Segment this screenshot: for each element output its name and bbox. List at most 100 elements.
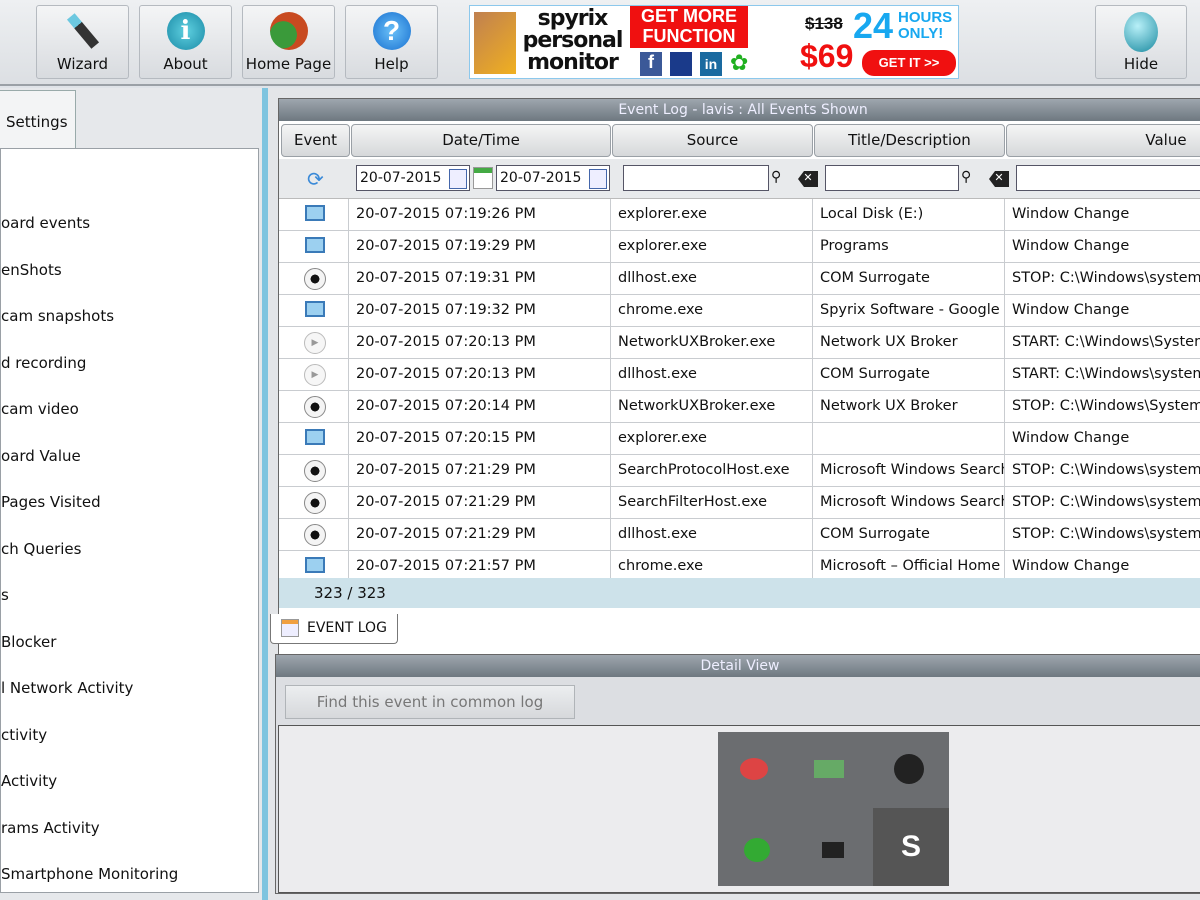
left-pane: Settings oard events enShots cam snapshots… — [0, 88, 262, 900]
settings-list-item[interactable]: enShots — [1, 261, 62, 279]
table-row[interactable]: 20-07-2015 07:20:15 PM explorer.exe Window… — [279, 423, 1200, 455]
table-row[interactable]: ▶ 20-07-2015 07:20:13 PM NetworkUXBroker.e… — [279, 327, 1200, 359]
settings-list-item[interactable]: ch Queries — [1, 540, 81, 558]
source-cell: SearchFilterHost.exe — [611, 487, 813, 519]
title-cell: Local Disk (E:) — [813, 199, 1005, 231]
ad-old-price: $138 — [805, 14, 843, 33]
table-row[interactable]: 20-07-2015 07:21:29 PM SearchFilterHost.e… — [279, 487, 1200, 519]
date-cell: 20-07-2015 07:20:15 PM — [349, 423, 611, 455]
value-filter-input[interactable] — [1016, 165, 1200, 191]
title-cell: Microsoft Windows Search — [813, 487, 1005, 519]
help-icon: ? — [372, 12, 411, 50]
title-cell: Microsoft Windows Search — [813, 455, 1005, 487]
column-header-value[interactable]: Value — [1006, 124, 1200, 157]
value-cell: STOP: C:\Windows\System32 — [1005, 391, 1200, 423]
settings-list-item[interactable]: rams Activity — [1, 819, 100, 837]
clear-icon[interactable]: ✕ — [798, 171, 818, 187]
event-cell: ▶ — [279, 359, 349, 391]
settings-list-item[interactable]: Activity — [1, 772, 57, 790]
source-cell: NetworkUXBroker.exe — [611, 391, 813, 423]
wizard-button[interactable]: Wizard — [36, 5, 129, 79]
tab-event-log[interactable]: EVENT LOG — [270, 614, 398, 644]
date-cell: 20-07-2015 07:19:29 PM — [349, 231, 611, 263]
about-button[interactable]: i About — [139, 5, 232, 79]
column-header-source[interactable]: Source — [612, 124, 813, 157]
ad-hours-label: ONLY! — [898, 25, 944, 42]
value-cell: Window Change — [1005, 295, 1200, 327]
date-cell: 20-07-2015 07:20:13 PM — [349, 359, 611, 391]
table-row[interactable]: 20-07-2015 07:19:32 PM chrome.exe Spyrix S… — [279, 295, 1200, 327]
binoculars-icon[interactable]: ⚲ — [771, 169, 781, 185]
tray-icon — [744, 838, 770, 862]
settings-list-item[interactable]: Smartphone Monitoring — [1, 865, 178, 883]
date-cell: 20-07-2015 07:20:13 PM — [349, 327, 611, 359]
stop-icon — [304, 492, 326, 514]
find-in-common-log-button[interactable]: Find this event in common log — [285, 685, 575, 719]
date-range-icon[interactable] — [473, 167, 493, 189]
ad-price: $69 — [800, 38, 854, 74]
hide-button[interactable]: Hide — [1095, 5, 1187, 79]
column-header-title[interactable]: Title/Description — [814, 124, 1005, 157]
table-row[interactable]: 20-07-2015 07:19:31 PM dllhost.exe COM Sur… — [279, 263, 1200, 295]
globe-icon — [1124, 12, 1158, 52]
table-row[interactable]: ▶ 20-07-2015 07:20:13 PM dllhost.exe COM Su… — [279, 359, 1200, 391]
play-icon: ▶ — [304, 332, 326, 354]
icq-icon: ✿ — [730, 51, 749, 76]
monitor-icon — [305, 237, 325, 253]
refresh-icon[interactable]: ⟳ — [307, 167, 324, 191]
date-cell: 20-07-2015 07:21:29 PM — [349, 455, 611, 487]
myspace-icon — [670, 52, 692, 76]
calendar-icon[interactable] — [589, 169, 607, 189]
settings-list-item[interactable]: d recording — [1, 354, 86, 372]
event-cell — [279, 519, 349, 551]
ad-brand: spyrix — [537, 6, 609, 31]
source-cell: explorer.exe — [611, 423, 813, 455]
table-row[interactable]: 20-07-2015 07:21:29 PM dllhost.exe COM Sur… — [279, 519, 1200, 551]
ad-get-it-button[interactable]: GET IT >> — [862, 50, 956, 76]
column-header-event[interactable]: Event — [281, 124, 350, 157]
settings-tab[interactable]: Settings — [0, 90, 76, 150]
spyrix-ad-banner[interactable]: spyrix personal monitor GET MORE FUNCTIO… — [469, 5, 959, 79]
settings-list-item[interactable]: Pages Visited — [1, 493, 101, 511]
about-label: About — [163, 55, 208, 73]
ad-brand: monitor — [527, 50, 619, 75]
settings-list-item[interactable]: cam video — [1, 400, 79, 418]
source-filter-input[interactable] — [623, 165, 769, 191]
tab-label: EVENT LOG — [307, 620, 387, 636]
column-header-datetime[interactable]: Date/Time — [351, 124, 611, 157]
record-count: 323 / 323 — [279, 578, 1200, 608]
value-cell: START: C:\Windows\system32 — [1005, 359, 1200, 391]
value-cell: Window Change — [1005, 423, 1200, 455]
hide-label: Hide — [1123, 55, 1159, 73]
detail-title: Detail View — [276, 655, 1200, 677]
table-row[interactable]: 20-07-2015 07:19:26 PM explorer.exe Local … — [279, 199, 1200, 231]
source-cell: dllhost.exe — [611, 359, 813, 391]
event-cell — [279, 455, 349, 487]
stop-icon — [304, 460, 326, 482]
binoculars-icon[interactable]: ⚲ — [961, 169, 971, 185]
table-row[interactable]: 20-07-2015 07:21:29 PM SearchProtocolHost… — [279, 455, 1200, 487]
clear-icon[interactable]: ✕ — [989, 171, 1009, 187]
settings-list-item[interactable]: s — [1, 586, 9, 604]
home-page-button[interactable]: Home Page — [242, 5, 335, 79]
tray-icon — [894, 754, 924, 784]
title-filter-input[interactable] — [825, 165, 959, 191]
table-row[interactable]: 20-07-2015 07:20:14 PM NetworkUXBroker.ex… — [279, 391, 1200, 423]
settings-list-item[interactable]: l Network Activity — [1, 679, 133, 697]
settings-list-item[interactable]: cam snapshots — [1, 307, 114, 325]
settings-list-item[interactable]: ctivity — [1, 726, 47, 744]
source-cell: explorer.exe — [611, 231, 813, 263]
table-row[interactable]: 20-07-2015 07:19:29 PM explorer.exe Progra… — [279, 231, 1200, 263]
title-cell: Spyrix Software - Google Chrome — [813, 295, 1005, 327]
title-cell: Network UX Broker — [813, 327, 1005, 359]
calendar-icon[interactable] — [449, 169, 467, 189]
linkedin-icon: in — [700, 52, 722, 76]
event-cell — [279, 423, 349, 455]
detail-body: S — [278, 725, 1200, 893]
settings-list-item[interactable]: oard events — [1, 214, 90, 232]
title-cell: Programs — [813, 231, 1005, 263]
wand-icon — [66, 13, 99, 49]
settings-list-item[interactable]: oard Value — [1, 447, 81, 465]
help-button[interactable]: ? Help — [345, 5, 438, 79]
settings-list-item[interactable]: Blocker — [1, 633, 56, 651]
